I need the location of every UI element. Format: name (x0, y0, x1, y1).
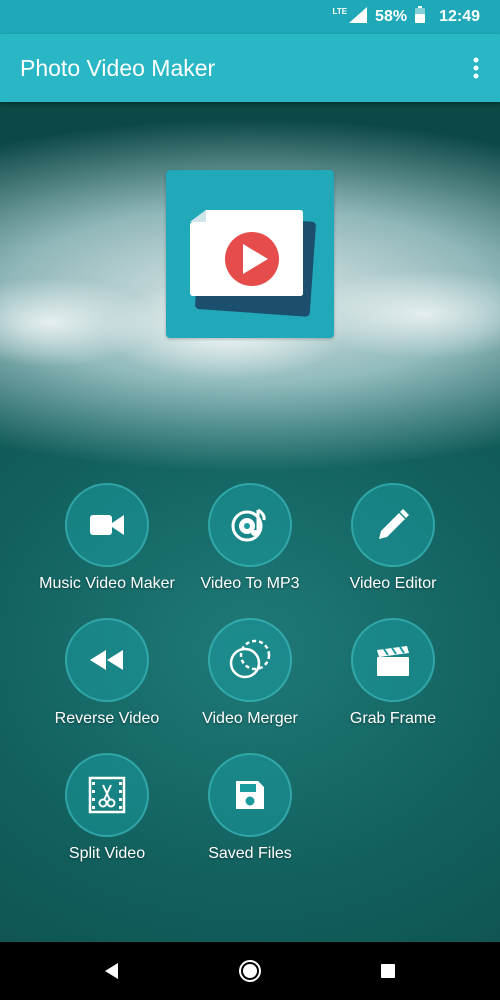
film-scissors-icon (65, 753, 149, 837)
merge-circles-icon (208, 618, 292, 702)
split-video-label: Split Video (68, 845, 146, 862)
reverse-video-label: Reverse Video (54, 710, 160, 727)
video-merger-label: Video Merger (202, 710, 298, 727)
feature-grid: Music Video Maker Video To MP3 Video Edi… (0, 0, 500, 1000)
back-icon[interactable] (100, 959, 124, 983)
video-merger-button[interactable]: Video Merger (170, 618, 330, 728)
music-video-maker-button[interactable]: Music Video Maker (27, 483, 187, 593)
videocam-icon (65, 483, 149, 567)
system-nav-bar (0, 942, 500, 1000)
home-icon[interactable] (238, 959, 262, 983)
rewind-icon (65, 618, 149, 702)
clapperboard-icon (351, 618, 435, 702)
video-editor-button[interactable]: Video Editor (313, 483, 473, 593)
pencil-icon (351, 483, 435, 567)
recents-icon[interactable] (376, 959, 400, 983)
saved-files-button[interactable]: Saved Files (170, 753, 330, 863)
more-vert-icon[interactable] (464, 52, 488, 84)
saved-files-label: Saved Files (208, 845, 292, 862)
reverse-video-button[interactable]: Reverse Video (27, 618, 187, 728)
grab-frame-label: Grab Frame (349, 710, 437, 727)
save-icon (208, 753, 292, 837)
app-title: Photo Video Maker (20, 54, 216, 81)
grab-frame-button[interactable]: Grab Frame (313, 618, 473, 728)
video-editor-label: Video Editor (349, 575, 437, 592)
split-video-button[interactable]: Split Video (27, 753, 187, 863)
video-to-mp3-label: Video To MP3 (200, 575, 300, 592)
video-to-mp3-button[interactable]: Video To MP3 (170, 483, 330, 593)
music-disc-icon (208, 483, 292, 567)
app-bar: Photo Video Maker (0, 34, 500, 102)
music-video-maker-label: Music Video Maker (39, 575, 175, 592)
